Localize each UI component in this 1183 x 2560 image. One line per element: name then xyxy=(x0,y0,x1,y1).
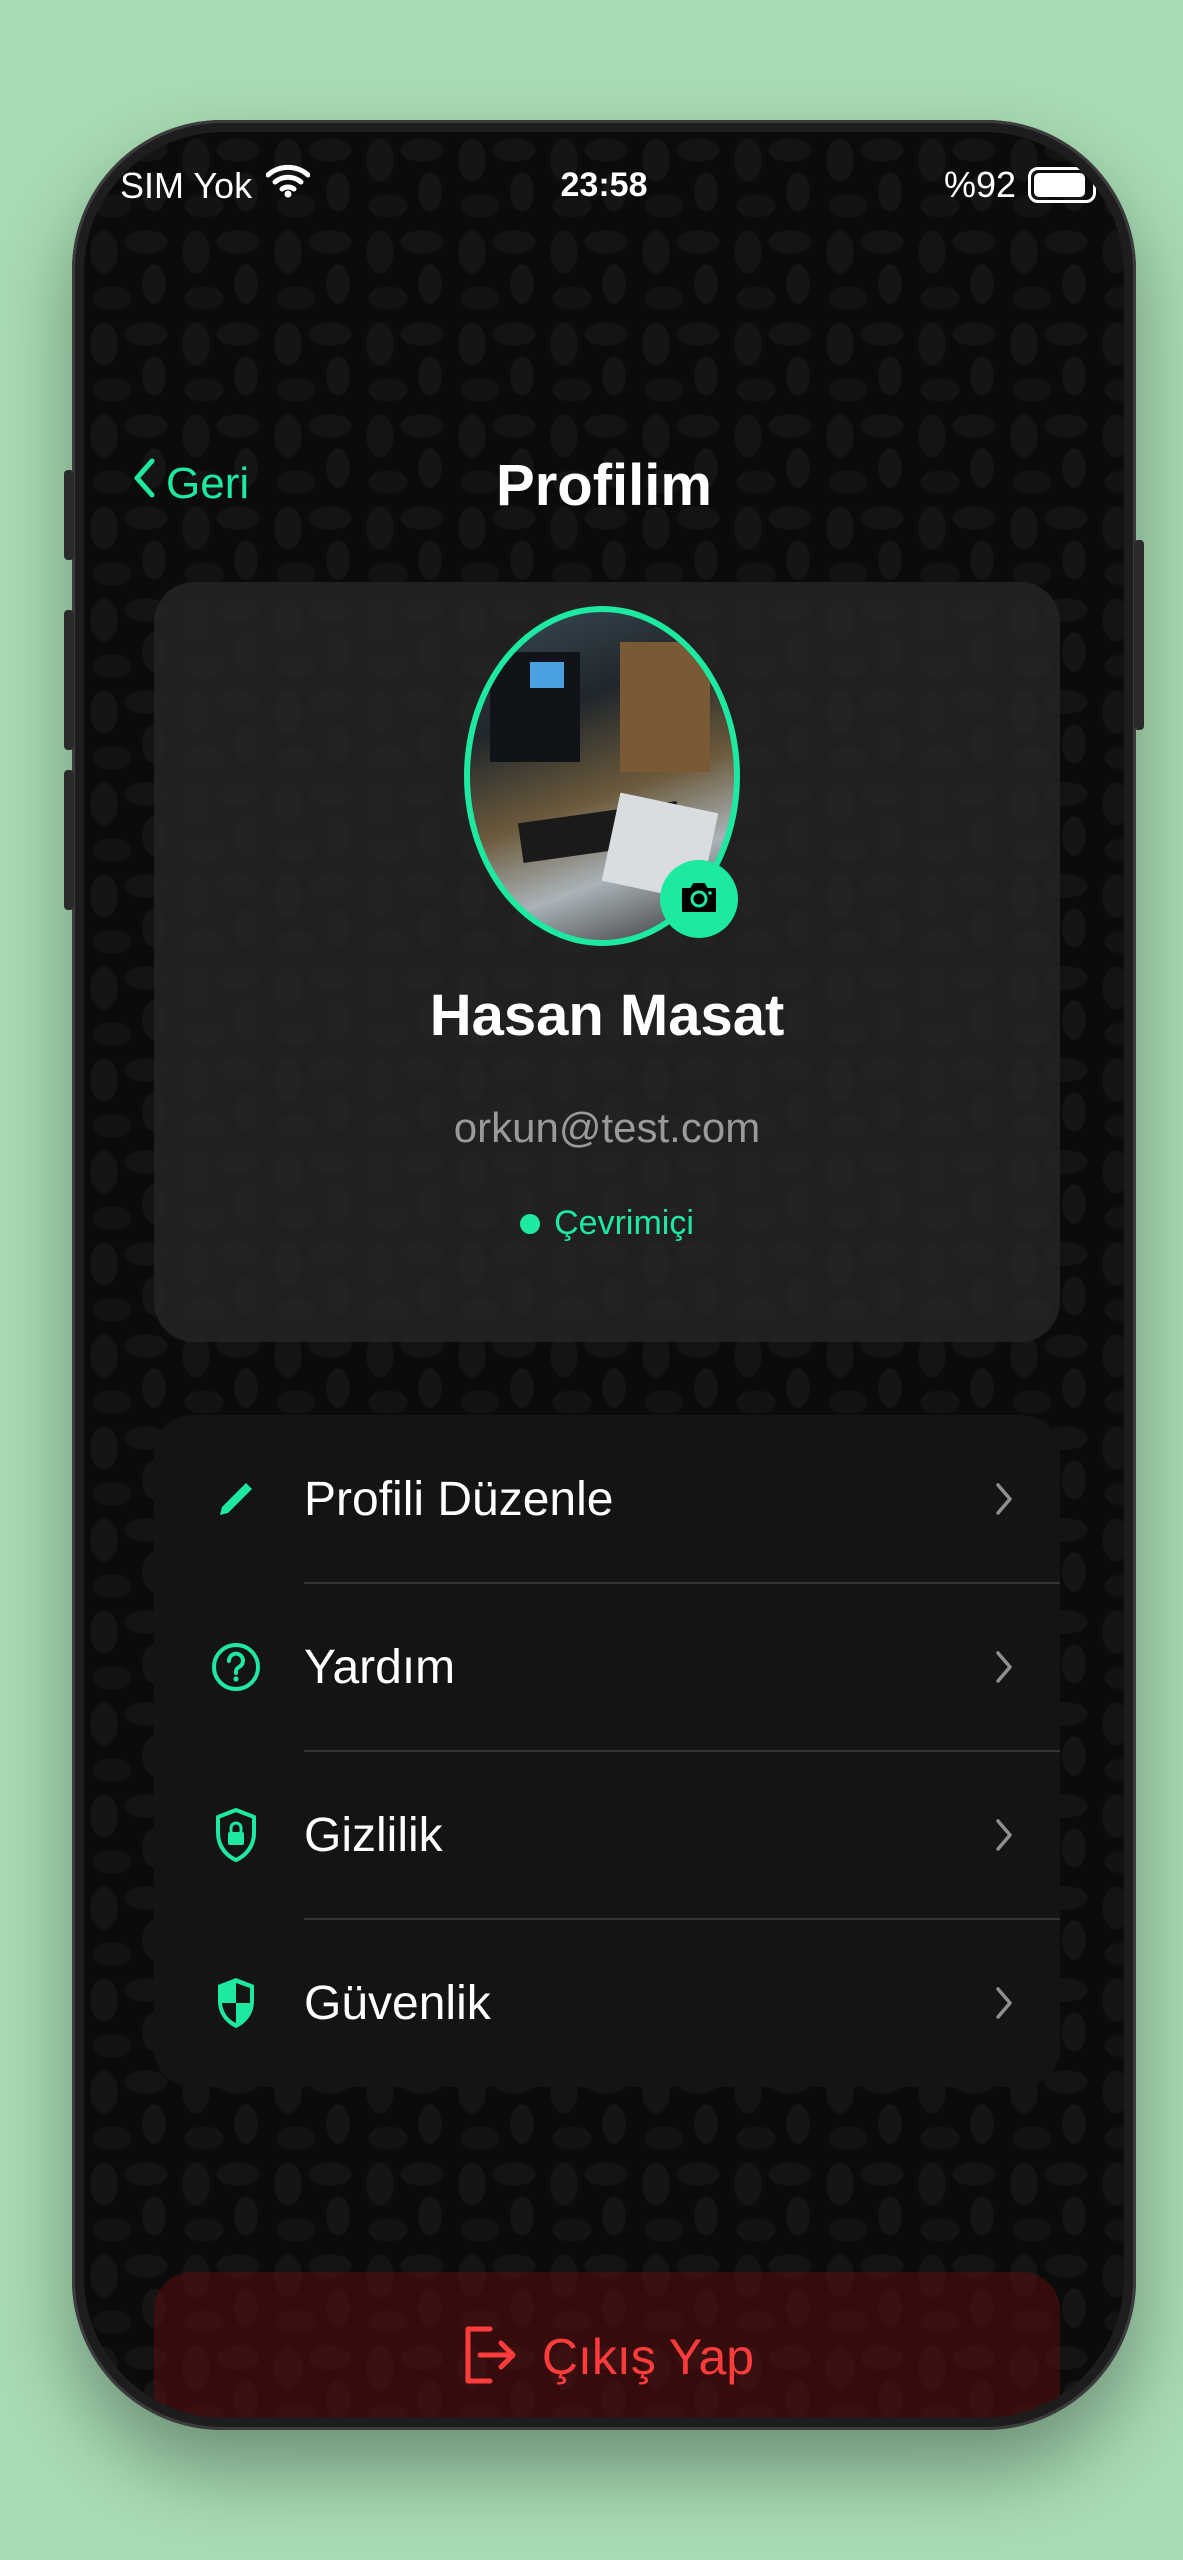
avatar-container xyxy=(464,606,740,946)
volume-down-button xyxy=(64,770,74,910)
online-status: Çevrimiçi xyxy=(154,1204,1060,1243)
settings-menu: Profili Düzenle Yardım Gizlilik Güvenlik xyxy=(154,1415,1060,2087)
chevron-right-icon xyxy=(996,1651,1012,1683)
change-photo-button[interactable] xyxy=(660,860,738,938)
status-dot-icon xyxy=(520,1213,541,1234)
chevron-right-icon xyxy=(996,1819,1012,1851)
logout-icon xyxy=(460,2323,518,2392)
help-circle-icon xyxy=(206,1637,266,1697)
battery-fill xyxy=(1034,173,1086,197)
battery-icon xyxy=(1028,167,1096,203)
shield-icon xyxy=(206,1973,266,2033)
phone-frame: SIM Yok 23:58 %92 Geri Profilim Hasan Ma… xyxy=(64,120,1144,2430)
menu-item-edit-profile[interactable]: Profili Düzenle xyxy=(154,1415,1060,1583)
chevron-right-icon xyxy=(996,1987,1012,2019)
battery-percent: %92 xyxy=(943,164,1016,205)
menu-item-label: Güvenlik xyxy=(304,1976,491,2030)
battery-indicator: %92 xyxy=(944,164,1096,206)
logout-button[interactable]: Çıkış Yap xyxy=(154,2272,1060,2418)
menu-item-label: Profili Düzenle xyxy=(304,1472,614,1526)
page-title: Profilim xyxy=(496,453,712,518)
menu-item-help[interactable]: Yardım xyxy=(154,1583,1060,1751)
menu-item-privacy[interactable]: Gizlilik xyxy=(154,1751,1060,1919)
pencil-icon xyxy=(206,1469,266,1529)
screen: SIM Yok 23:58 %92 Geri Profilim Hasan Ma… xyxy=(84,132,1124,2418)
profile-card: Hasan Masat orkun@test.com Çevrimiçi xyxy=(154,582,1060,1342)
status-bar: SIM Yok 23:58 %92 xyxy=(84,160,1124,220)
lock-shield-icon xyxy=(206,1805,266,1865)
profile-name: Hasan Masat xyxy=(429,983,785,1048)
logout-label: Çıkış Yap xyxy=(541,2329,755,2385)
navigation-bar: Geri Profilim xyxy=(84,452,1124,522)
menu-item-security[interactable]: Güvenlik xyxy=(154,1919,1060,2087)
mute-switch xyxy=(64,470,74,560)
power-button xyxy=(1134,540,1144,730)
status-label: Çevrimiçi xyxy=(554,1204,694,1242)
menu-item-label: Yardım xyxy=(304,1640,456,1694)
profile-email: orkun@test.com xyxy=(453,1104,761,1151)
volume-up-button xyxy=(64,610,74,750)
chevron-right-icon xyxy=(996,1483,1012,1515)
camera-icon xyxy=(679,880,719,919)
menu-item-label: Gizlilik xyxy=(304,1808,443,1862)
